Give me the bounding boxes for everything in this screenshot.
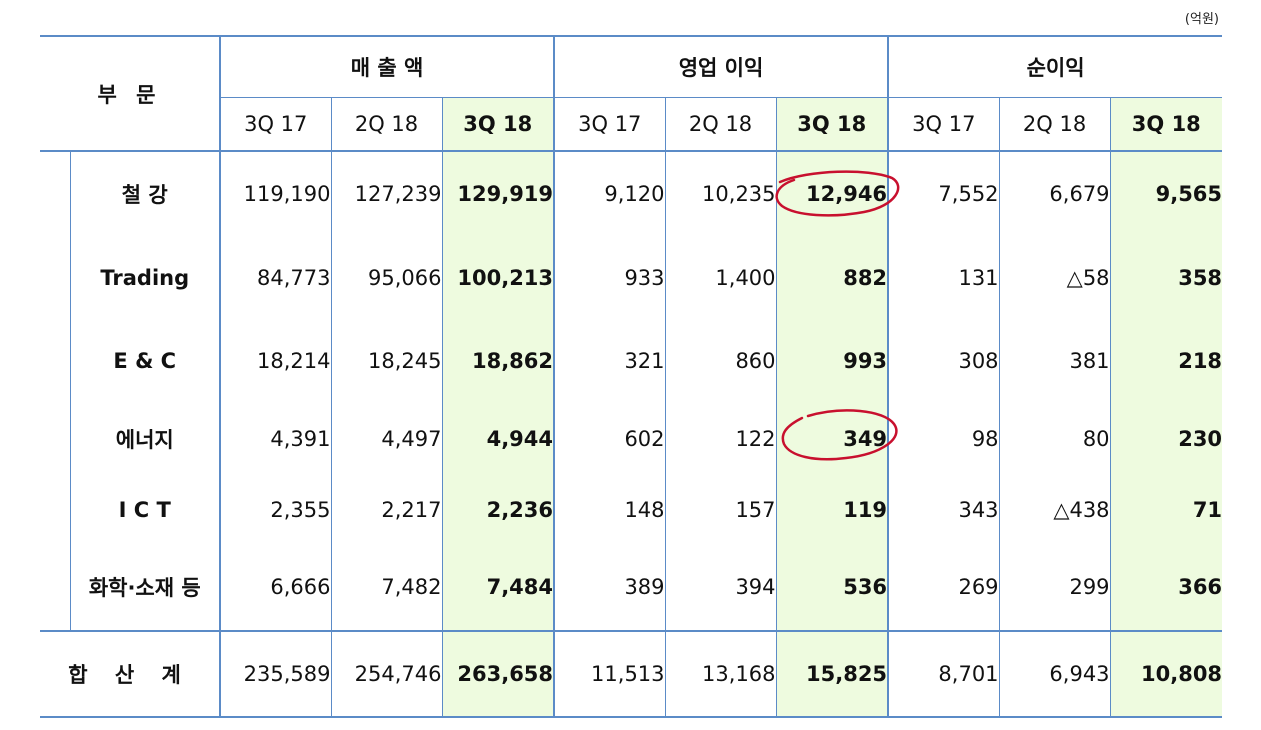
value-cell: 13,168 <box>664 630 777 718</box>
period-header: 3Q 17 <box>219 97 332 152</box>
value-cell: 84,773 <box>219 236 332 320</box>
period-header: 3Q 18 <box>441 97 555 152</box>
value-cell: 71 <box>1109 476 1223 544</box>
period-header: 3Q 17 <box>887 97 1000 152</box>
value-cell: 993 <box>775 320 889 402</box>
value-cell: 321 <box>553 320 666 402</box>
value-cell: 230 <box>1109 402 1223 476</box>
value-cell: 11,513 <box>553 630 666 718</box>
value-cell: 6,666 <box>219 544 332 631</box>
value-cell: 127,239 <box>330 151 443 236</box>
value-cell: 129,919 <box>441 151 555 236</box>
row-label: 철 강 <box>121 183 168 207</box>
value-cell: 9,120 <box>553 151 666 236</box>
value-cell: 6,679 <box>998 151 1111 236</box>
value-cell: 860 <box>664 320 777 402</box>
value-cell: 235,589 <box>219 630 332 718</box>
period-header: 2Q 18 <box>664 97 777 152</box>
value-cell: 131 <box>887 236 1000 320</box>
row-label: 에너지 <box>115 428 174 452</box>
period-header: 3Q 17 <box>553 97 666 152</box>
indent-cell <box>40 151 71 631</box>
value-cell: 100,213 <box>441 236 555 320</box>
unit-label: (억원) <box>1184 12 1219 27</box>
value-cell: 394 <box>664 544 777 631</box>
value-cell: 18,214 <box>219 320 332 402</box>
table-row: E & C 18,214 18,245 18,862 321 860 993 308 381 21… <box>40 320 1223 402</box>
value-cell: 12,946 <box>775 151 889 236</box>
value-cell: 10,235 <box>664 151 777 236</box>
value-cell: △58 <box>998 236 1111 320</box>
value-cell: 263,658 <box>441 630 555 718</box>
value-cell: 4,497 <box>330 402 443 476</box>
row-label: Trading <box>100 266 190 290</box>
value-cell: 119,190 <box>219 151 332 236</box>
value-cell: 7,552 <box>887 151 1000 236</box>
period-header: 2Q 18 <box>330 97 443 152</box>
value-cell: 218 <box>1109 320 1223 402</box>
value-cell: 80 <box>998 402 1111 476</box>
header-part: 부 문 <box>40 35 221 152</box>
value-cell: 389 <box>553 544 666 631</box>
table-row: 에너지 4,391 4,497 4,944 602 122 349 98 80 230 <box>40 402 1223 476</box>
value-cell: 7,484 <box>441 544 555 631</box>
value-cell: 933 <box>553 236 666 320</box>
period-header: 2Q 18 <box>998 97 1111 152</box>
value-cell: 602 <box>553 402 666 476</box>
value-cell: 4,944 <box>441 402 555 476</box>
value-cell: 343 <box>887 476 1000 544</box>
row-label: 합 산 계 <box>40 630 221 718</box>
value-cell: 882 <box>775 236 889 320</box>
header-operating-profit: 영업 이익 <box>553 35 889 98</box>
value-cell: 2,355 <box>219 476 332 544</box>
financial-table: 부 문 매 출 액 영업 이익 순이익 3Q 17 2Q 18 3Q 18 3Q… <box>40 35 1223 718</box>
header-sales: 매 출 액 <box>219 35 555 98</box>
value-cell: 18,245 <box>330 320 443 402</box>
value-cell: 148 <box>553 476 666 544</box>
total-row: 합 산 계 235,589 254,746 263,658 11,513 13,168 15… <box>40 630 1223 718</box>
value-cell: 349 <box>775 402 889 476</box>
value-cell: 95,066 <box>330 236 443 320</box>
value-cell: 299 <box>998 544 1111 631</box>
value-cell: 269 <box>887 544 1000 631</box>
table-row: I C T 2,355 2,217 2,236 148 157 119 343 △438 71 <box>40 476 1223 544</box>
value-cell: 122 <box>664 402 777 476</box>
value-cell: △438 <box>998 476 1111 544</box>
value-cell: 366 <box>1109 544 1223 631</box>
value-cell: 18,862 <box>441 320 555 402</box>
value-cell: 157 <box>664 476 777 544</box>
value-cell: 2,236 <box>441 476 555 544</box>
value-cell: 4,391 <box>219 402 332 476</box>
period-header: 3Q 18 <box>775 97 889 152</box>
value-cell: 9,565 <box>1109 151 1223 236</box>
value-cell: 119 <box>775 476 889 544</box>
value-cell: 15,825 <box>775 630 889 718</box>
value-cell: 7,482 <box>330 544 443 631</box>
row-label: I C T <box>118 498 171 522</box>
value-cell: 2,217 <box>330 476 443 544</box>
value-cell: 308 <box>887 320 1000 402</box>
value-cell: 6,943 <box>998 630 1111 718</box>
value-cell: 10,808 <box>1109 630 1223 718</box>
table-row: Trading 84,773 95,066 100,213 933 1,400 882 131… <box>40 236 1223 320</box>
header-net-income: 순이익 <box>887 35 1223 98</box>
value-cell: 536 <box>775 544 889 631</box>
value-cell: 8,701 <box>887 630 1000 718</box>
value-cell: 358 <box>1109 236 1223 320</box>
row-label: E & C <box>113 349 177 373</box>
table-row: 철 강 119,190 127,239 129,919 9,120 10,235 12,94… <box>40 151 1223 631</box>
value-cell: 98 <box>887 402 1000 476</box>
row-label: 화학·소재 등 <box>88 576 201 600</box>
value-cell: 381 <box>998 320 1111 402</box>
table-row: 화학·소재 등 6,666 7,482 7,484 389 394 536 269 299 366 <box>40 544 1223 631</box>
value-cell: 1,400 <box>664 236 777 320</box>
period-header: 3Q 18 <box>1109 97 1223 152</box>
value-cell: 254,746 <box>330 630 443 718</box>
